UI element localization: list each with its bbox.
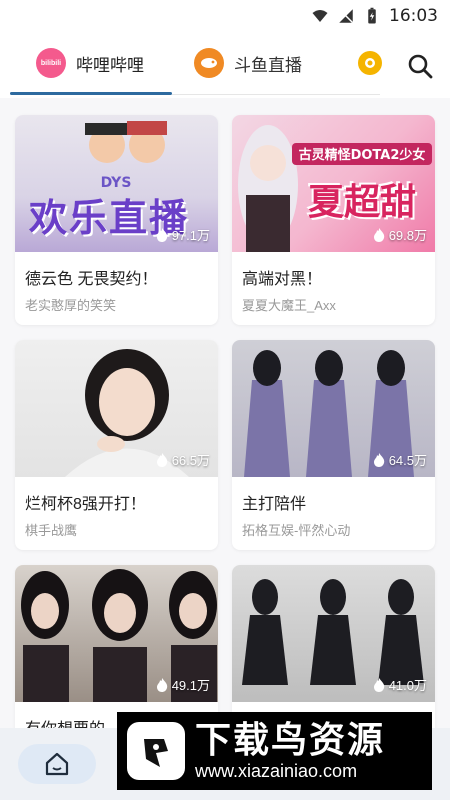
- platform-tab-bar: bilibili 哔哩哔哩 斗鱼直播: [0, 32, 450, 98]
- streamer-name: 拓格互娱-怦然心动: [242, 523, 351, 538]
- viewer-count: 97.1万: [155, 225, 210, 244]
- viewer-count: 69.8万: [372, 225, 427, 244]
- watermark-banner: 下载鸟资源 www.xiazainiao.com: [117, 712, 432, 790]
- room-title: 德云色 无畏契约！: [25, 271, 158, 288]
- live-room-card[interactable]: 64.5万 主打陪伴 拓格互娱-怦然心动: [232, 340, 435, 550]
- streamer-name: 老实憨厚的笑笑: [25, 298, 117, 313]
- viewer-count: 41.0万: [372, 675, 427, 694]
- signal-icon: [338, 8, 354, 24]
- live-room-card[interactable]: DYS 欢乐直播 97.1万 德云色 无畏契约！ 老实憨厚的笑笑: [15, 115, 218, 325]
- flame-icon: [373, 452, 384, 467]
- room-title: 主打陪伴: [242, 496, 307, 513]
- flame-icon: [156, 677, 167, 692]
- tab-divider: [172, 94, 380, 95]
- flame-icon: [156, 227, 167, 242]
- tab-label: 斗鱼直播: [234, 55, 302, 75]
- douyu-logo-icon: [194, 48, 224, 78]
- search-icon[interactable]: [406, 52, 434, 80]
- flame-icon: [373, 227, 384, 242]
- live-room-card[interactable]: 66.5万 烂柯杯8强开打！ 棋手战鹰: [15, 340, 218, 550]
- room-title: 高端对黑！: [242, 271, 323, 288]
- viewer-count: 64.5万: [372, 450, 427, 469]
- svg-text:古灵精怪DOTA2少女: 古灵精怪DOTA2少女: [299, 147, 426, 163]
- thumbnail-title: 夏超甜: [308, 181, 417, 222]
- wifi-icon: [312, 10, 328, 22]
- tab-douyu[interactable]: 斗鱼直播: [194, 46, 302, 80]
- status-bar: 16:03: [0, 0, 450, 32]
- status-time: 16:03: [389, 6, 438, 26]
- streamer-name: 夏夏大魔王_Axx: [242, 298, 336, 313]
- bilibili-logo-icon: bilibili: [36, 48, 66, 78]
- flame-icon: [373, 677, 384, 692]
- tab-bilibili[interactable]: bilibili 哔哩哔哩: [36, 46, 144, 80]
- home-nav-button[interactable]: [18, 744, 96, 784]
- viewer-count: 49.1万: [155, 675, 210, 694]
- home-icon: [45, 752, 69, 776]
- tab-more-platform[interactable]: [358, 46, 382, 80]
- platform-logo-icon: [358, 51, 382, 75]
- flame-icon: [156, 452, 167, 467]
- live-room-card[interactable]: 古灵精怪DOTA2少女 夏超甜 69.8万 高端对黑！ 夏夏大魔王_Axx: [232, 115, 435, 325]
- tab-label: 哔哩哔哩: [76, 55, 144, 75]
- room-title: 烂柯杯8强开打！: [25, 496, 146, 513]
- watermark-logo-icon: [127, 722, 185, 780]
- active-tab-indicator: [10, 92, 172, 95]
- watermark-url: www.xiazainiao.com: [195, 761, 358, 781]
- viewer-count: 66.5万: [155, 450, 210, 469]
- battery-icon: [368, 7, 376, 24]
- streamer-name: 棋手战鹰: [25, 523, 78, 538]
- watermark-title: 下载鸟资源: [195, 719, 386, 760]
